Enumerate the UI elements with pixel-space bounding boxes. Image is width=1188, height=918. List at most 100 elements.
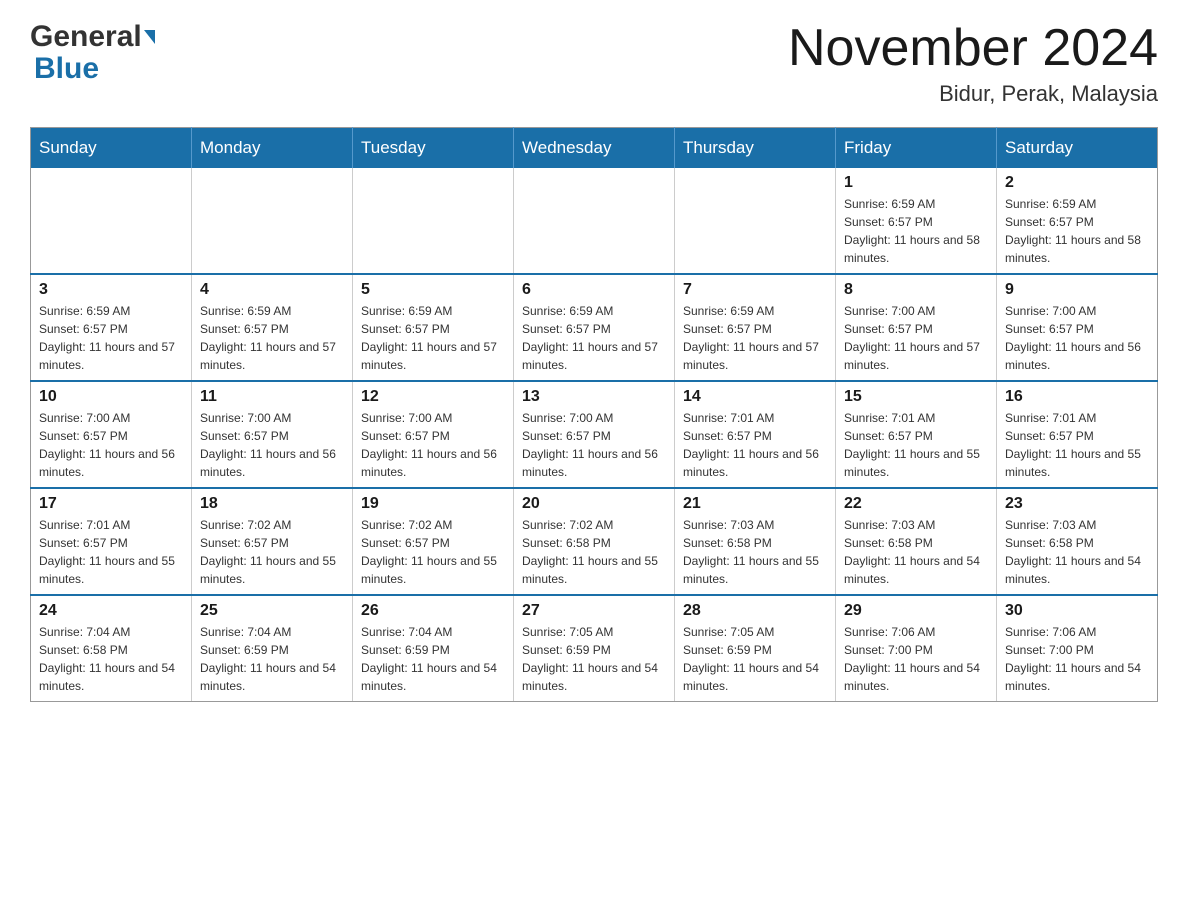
calendar-cell: 17 Sunrise: 7:01 AMSunset: 6:57 PMDayligh… (31, 488, 192, 595)
col-header-friday: Friday (836, 128, 997, 169)
day-number: 30 (1005, 602, 1149, 620)
day-info: Sunrise: 6:59 AMSunset: 6:57 PMDaylight:… (39, 302, 183, 374)
calendar-cell: 24 Sunrise: 7:04 AMSunset: 6:58 PMDayligh… (31, 595, 192, 702)
calendar-cell: 28Sunrise: 7:05 AMSunset: 6:59 PMDayligh… (675, 595, 836, 702)
title-area: November 2024 Bidur, Perak, Malaysia (788, 20, 1158, 107)
calendar-cell (192, 168, 353, 274)
calendar-cell: 21 Sunrise: 7:03 AMSunset: 6:58 PMDayligh… (675, 488, 836, 595)
day-info: Sunrise: 6:59 AMSunset: 6:57 PMDaylight:… (361, 302, 505, 374)
day-number: 20 (522, 495, 666, 513)
logo: General Blue (30, 20, 155, 86)
day-number: 6 (522, 281, 666, 299)
day-info: Sunrise: 7:00 AMSunset: 6:57 PMDaylight:… (844, 302, 988, 374)
logo-blue-text: Blue (34, 52, 99, 85)
calendar-week-row: 17 Sunrise: 7:01 AMSunset: 6:57 PMDayligh… (31, 488, 1158, 595)
day-info: Sunrise: 7:00 AMSunset: 6:57 PMDaylight:… (1005, 302, 1149, 374)
calendar-header-row: SundayMondayTuesdayWednesdayThursdayFrid… (31, 128, 1158, 169)
calendar-cell: 1 Sunrise: 6:59 AMSunset: 6:57 PMDaylight… (836, 168, 997, 274)
day-info: Sunrise: 7:03 AMSunset: 6:58 PMDaylight:… (1005, 516, 1149, 588)
logo-general-text: General (30, 20, 142, 54)
calendar-cell: 26 Sunrise: 7:04 AMSunset: 6:59 PMDayligh… (353, 595, 514, 702)
calendar-cell: 22Sunrise: 7:03 AMSunset: 6:58 PMDayligh… (836, 488, 997, 595)
day-number: 15 (844, 388, 988, 406)
calendar-cell: 6 Sunrise: 6:59 AMSunset: 6:57 PMDaylight… (514, 274, 675, 381)
day-number: 24 (39, 602, 183, 620)
calendar-cell: 25 Sunrise: 7:04 AMSunset: 6:59 PMDayligh… (192, 595, 353, 702)
location-title: Bidur, Perak, Malaysia (788, 81, 1158, 107)
day-info: Sunrise: 6:59 AMSunset: 6:57 PMDaylight:… (844, 195, 988, 267)
day-info: Sunrise: 7:00 AMSunset: 6:57 PMDaylight:… (522, 409, 666, 481)
day-number: 29 (844, 602, 988, 620)
day-info: Sunrise: 7:04 AMSunset: 6:58 PMDaylight:… (39, 623, 183, 695)
calendar-cell: 30 Sunrise: 7:06 AMSunset: 7:00 PMDayligh… (997, 595, 1158, 702)
day-info: Sunrise: 6:59 AMSunset: 6:57 PMDaylight:… (683, 302, 827, 374)
calendar-cell: 9Sunrise: 7:00 AMSunset: 6:57 PMDaylight… (997, 274, 1158, 381)
calendar-week-row: 24 Sunrise: 7:04 AMSunset: 6:58 PMDayligh… (31, 595, 1158, 702)
day-number: 25 (200, 602, 344, 620)
day-info: Sunrise: 7:00 AMSunset: 6:57 PMDaylight:… (361, 409, 505, 481)
day-number: 17 (39, 495, 183, 513)
day-number: 11 (200, 388, 344, 406)
day-info: Sunrise: 6:59 AMSunset: 6:57 PMDaylight:… (1005, 195, 1149, 267)
day-number: 16 (1005, 388, 1149, 406)
day-number: 1 (844, 174, 988, 192)
col-header-tuesday: Tuesday (353, 128, 514, 169)
day-number: 13 (522, 388, 666, 406)
day-number: 19 (361, 495, 505, 513)
day-info: Sunrise: 7:02 AMSunset: 6:57 PMDaylight:… (200, 516, 344, 588)
calendar-cell (353, 168, 514, 274)
calendar-cell: 3 Sunrise: 6:59 AMSunset: 6:57 PMDaylight… (31, 274, 192, 381)
day-info: Sunrise: 7:03 AMSunset: 6:58 PMDaylight:… (844, 516, 988, 588)
day-number: 28 (683, 602, 827, 620)
day-number: 10 (39, 388, 183, 406)
day-number: 18 (200, 495, 344, 513)
logo-arrow-icon (144, 30, 155, 44)
calendar-table: SundayMondayTuesdayWednesdayThursdayFrid… (30, 127, 1158, 702)
day-info: Sunrise: 7:04 AMSunset: 6:59 PMDaylight:… (200, 623, 344, 695)
day-info: Sunrise: 7:01 AMSunset: 6:57 PMDaylight:… (844, 409, 988, 481)
calendar-cell: 16 Sunrise: 7:01 AMSunset: 6:57 PMDayligh… (997, 381, 1158, 488)
day-number: 27 (522, 602, 666, 620)
calendar-cell: 5 Sunrise: 6:59 AMSunset: 6:57 PMDaylight… (353, 274, 514, 381)
calendar-week-row: 10 Sunrise: 7:00 AMSunset: 6:57 PMDayligh… (31, 381, 1158, 488)
day-number: 2 (1005, 174, 1149, 192)
col-header-wednesday: Wednesday (514, 128, 675, 169)
calendar-cell: 19 Sunrise: 7:02 AMSunset: 6:57 PMDayligh… (353, 488, 514, 595)
calendar-cell: 14Sunrise: 7:01 AMSunset: 6:57 PMDayligh… (675, 381, 836, 488)
calendar-cell: 4Sunrise: 6:59 AMSunset: 6:57 PMDaylight… (192, 274, 353, 381)
calendar-week-row: 3 Sunrise: 6:59 AMSunset: 6:57 PMDaylight… (31, 274, 1158, 381)
col-header-sunday: Sunday (31, 128, 192, 169)
day-info: Sunrise: 7:00 AMSunset: 6:57 PMDaylight:… (200, 409, 344, 481)
day-info: Sunrise: 6:59 AMSunset: 6:57 PMDaylight:… (522, 302, 666, 374)
day-number: 7 (683, 281, 827, 299)
day-info: Sunrise: 6:59 AMSunset: 6:57 PMDaylight:… (200, 302, 344, 374)
day-number: 23 (1005, 495, 1149, 513)
day-info: Sunrise: 7:03 AMSunset: 6:58 PMDaylight:… (683, 516, 827, 588)
day-info: Sunrise: 7:02 AMSunset: 6:57 PMDaylight:… (361, 516, 505, 588)
day-number: 14 (683, 388, 827, 406)
day-number: 21 (683, 495, 827, 513)
calendar-cell: 15 Sunrise: 7:01 AMSunset: 6:57 PMDayligh… (836, 381, 997, 488)
calendar-cell: 20Sunrise: 7:02 AMSunset: 6:58 PMDayligh… (514, 488, 675, 595)
day-info: Sunrise: 7:01 AMSunset: 6:57 PMDaylight:… (39, 516, 183, 588)
calendar-week-row: 1 Sunrise: 6:59 AMSunset: 6:57 PMDaylight… (31, 168, 1158, 274)
calendar-cell: 2 Sunrise: 6:59 AMSunset: 6:57 PMDaylight… (997, 168, 1158, 274)
calendar-cell: 12Sunrise: 7:00 AMSunset: 6:57 PMDayligh… (353, 381, 514, 488)
calendar-cell: 18 Sunrise: 7:02 AMSunset: 6:57 PMDayligh… (192, 488, 353, 595)
day-number: 5 (361, 281, 505, 299)
calendar-cell: 11 Sunrise: 7:00 AMSunset: 6:57 PMDayligh… (192, 381, 353, 488)
calendar-cell: 29Sunrise: 7:06 AMSunset: 7:00 PMDayligh… (836, 595, 997, 702)
calendar-cell: 23 Sunrise: 7:03 AMSunset: 6:58 PMDayligh… (997, 488, 1158, 595)
day-number: 8 (844, 281, 988, 299)
calendar-cell (675, 168, 836, 274)
day-info: Sunrise: 7:01 AMSunset: 6:57 PMDaylight:… (1005, 409, 1149, 481)
calendar-cell: 10Sunrise: 7:00 AMSunset: 6:57 PMDayligh… (31, 381, 192, 488)
day-info: Sunrise: 7:06 AMSunset: 7:00 PMDaylight:… (1005, 623, 1149, 695)
calendar-cell (514, 168, 675, 274)
calendar-cell: 13 Sunrise: 7:00 AMSunset: 6:57 PMDayligh… (514, 381, 675, 488)
day-number: 26 (361, 602, 505, 620)
day-number: 3 (39, 281, 183, 299)
day-info: Sunrise: 7:04 AMSunset: 6:59 PMDaylight:… (361, 623, 505, 695)
day-info: Sunrise: 7:05 AMSunset: 6:59 PMDaylight:… (522, 623, 666, 695)
col-header-thursday: Thursday (675, 128, 836, 169)
